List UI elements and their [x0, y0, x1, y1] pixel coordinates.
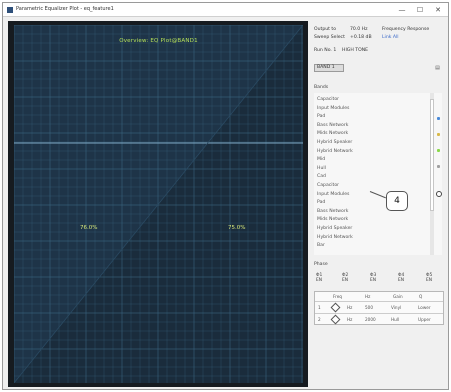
callout-badge: 4 — [386, 191, 408, 211]
table-header: Q — [419, 294, 423, 299]
table-cell[interactable]: Upper — [418, 317, 431, 322]
node-diamond-icon[interactable] — [330, 302, 341, 313]
series-color-icon[interactable] — [437, 165, 440, 168]
window-title: Parametric Equalizer Plot - eq_feature1 — [16, 6, 114, 12]
app-icon — [7, 7, 13, 13]
close-button[interactable]: ✕ — [432, 5, 444, 15]
plot-canvas[interactable] — [14, 25, 303, 383]
band-list-item[interactable]: Input Modules — [317, 192, 349, 197]
minimize-button[interactable]: — — [396, 5, 408, 15]
band-list-item[interactable]: Cad — [317, 174, 326, 179]
plot-title: Overview: EQ Plot@BAND1 — [119, 38, 198, 44]
plot-panel[interactable]: Overview: EQ Plot@BAND1 76.0% 75.0% — [8, 21, 308, 387]
maximize-button[interactable]: ☐ — [414, 5, 426, 15]
table-divider — [315, 313, 443, 314]
frequency-label: Frequency Response — [382, 27, 430, 32]
phase-check-4[interactable]: Φ4 EN — [398, 273, 410, 285]
band-list-item[interactable]: Bass Network — [317, 123, 348, 128]
table-cell[interactable]: 500 — [365, 305, 373, 310]
run-label: Run No. 1 — [314, 48, 337, 53]
band-list-item[interactable]: Capacitor — [317, 183, 339, 188]
table-cell: Hz — [347, 317, 353, 322]
table-cell: 1 — [318, 305, 321, 310]
table-cell: Hz — [347, 305, 353, 310]
band-list-item[interactable]: Input Modules — [317, 106, 349, 111]
bands-heading: Bands — [314, 85, 329, 90]
link-all[interactable]: Link All — [382, 35, 399, 40]
band-menu-icon[interactable]: ▤ — [433, 64, 442, 72]
table-cell[interactable]: 2000 — [365, 317, 376, 322]
band-list-item[interactable]: Bar — [317, 243, 325, 248]
table-header: Hz — [365, 294, 371, 299]
select-label: Sweep Select — [314, 35, 345, 40]
table-cell[interactable]: Hull — [391, 317, 399, 322]
table-header: Freq — [333, 294, 342, 299]
phase-heading: Phase — [314, 262, 328, 267]
band-list-item[interactable]: Bass Network — [317, 209, 348, 214]
band-list-item[interactable]: Mids Network — [317, 131, 348, 136]
table-cell[interactable]: Vinyl — [391, 305, 401, 310]
series-color-icon[interactable] — [437, 149, 440, 152]
run-value: HIGH TONE — [342, 48, 369, 53]
table-cell: 2 — [318, 317, 321, 322]
cursor-marker-left[interactable]: 76.0% — [80, 225, 97, 231]
properties-panel: Output to 70.0 Hz Frequency Response Swe… — [312, 21, 447, 387]
select-value[interactable]: +0.18 dB — [350, 35, 372, 40]
eq-plot[interactable]: Overview: EQ Plot@BAND1 76.0% 75.0% — [14, 25, 303, 383]
list-scroll-thumb[interactable] — [430, 99, 434, 211]
phase-check-3[interactable]: Φ3 EN — [370, 273, 382, 285]
table-divider — [315, 301, 443, 302]
band-list-item[interactable]: Hybrid Speaker — [317, 140, 352, 145]
phase-check-2[interactable]: Φ2 EN — [342, 273, 354, 285]
table-header: Gain — [393, 294, 403, 299]
series-color-icon[interactable] — [437, 117, 440, 120]
band-list-item[interactable]: Pad — [317, 200, 325, 205]
title-bar: Parametric Equalizer Plot - eq_feature1 … — [3, 3, 448, 17]
band-list-item[interactable]: Hull — [317, 166, 326, 171]
band-list-item[interactable]: Pad — [317, 114, 325, 119]
output-label: Output to — [314, 27, 337, 32]
phase-checks: Φ1 EN Φ2 EN Φ3 EN Φ4 EN Φ5 EN — [314, 273, 444, 285]
band-list-item[interactable]: Mids Network — [317, 217, 348, 222]
phase-check-1[interactable]: Φ1 EN — [316, 273, 328, 285]
series-color-icon[interactable] — [437, 133, 440, 136]
band-list[interactable]: Capacitor Input Modules Pad Bass Network Mid… — [314, 93, 442, 255]
band-list-item[interactable]: Hybrid Speaker — [317, 226, 352, 231]
phase-check-5[interactable]: Φ5 EN — [426, 273, 438, 285]
band-list-item[interactable]: Hybrid Network — [317, 235, 353, 240]
band-list-item[interactable]: Hybrid Network — [317, 149, 353, 154]
band-list-item[interactable]: Mid — [317, 157, 325, 162]
output-value[interactable]: 70.0 Hz — [350, 27, 368, 32]
table-cell[interactable]: Lower — [418, 305, 431, 310]
band-select[interactable]: BAND 1 — [314, 64, 344, 72]
cursor-marker-right[interactable]: 75.0% — [228, 225, 245, 231]
eq-table[interactable]: Freq Hz Gain Q 1 Hz 500 Vinyl Lower 2 Hz… — [314, 291, 444, 325]
band-list-item[interactable]: Capacitor — [317, 97, 339, 102]
node-diamond-icon[interactable] — [330, 314, 341, 325]
toggle-icon[interactable] — [436, 191, 442, 197]
